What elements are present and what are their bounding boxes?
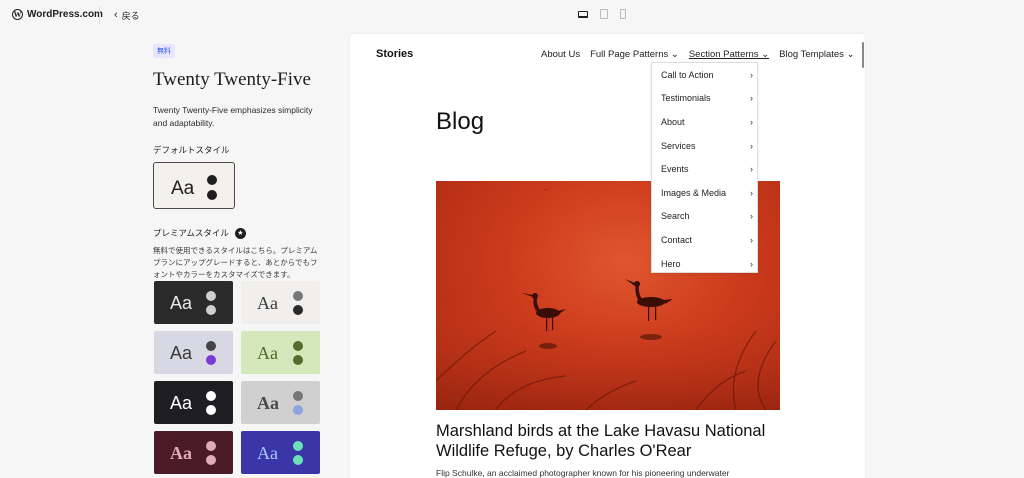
preview-scrollbar[interactable] — [862, 42, 864, 68]
dropdown-item-events[interactable]: Events › — [652, 157, 757, 181]
mobile-icon[interactable] — [620, 9, 626, 19]
style-sample-text: Aa — [170, 343, 193, 363]
style-swatch[interactable]: Aa — [154, 431, 233, 474]
style-dot — [293, 305, 303, 315]
style-sample-text: Aa — [257, 343, 278, 363]
premium-label-text: プレミアムスタイル — [153, 228, 229, 238]
brand-name: WordPress.com — [27, 9, 103, 20]
nav-item-blog-templates[interactable]: Blog Templates ⌄ — [779, 49, 854, 60]
chevron-right-icon: › — [750, 164, 753, 175]
site-title[interactable]: Stories — [376, 48, 413, 60]
dropdown-item-label: Testimonials — [661, 93, 711, 104]
dropdown-item-images-media[interactable]: Images & Media › — [652, 181, 757, 205]
section-patterns-dropdown: Call to Action › Testimonials › About › Ser… — [651, 62, 758, 273]
style-sample-text: Aa — [170, 443, 192, 463]
style-sample-text: Aa — [170, 393, 193, 413]
default-style-card[interactable]: Aa — [153, 162, 235, 209]
top-bar: W WordPress.com ‹ 戻る — [0, 0, 1024, 32]
chevron-right-icon: › — [750, 234, 753, 245]
style-swatch[interactable]: Aa — [154, 331, 233, 374]
dropdown-item-label: Events — [661, 164, 689, 175]
dropdown-item-about[interactable]: About › — [652, 110, 757, 134]
theme-title: Twenty Twenty-Five — [153, 69, 311, 90]
chevron-right-icon: › — [750, 258, 753, 269]
style-sample-text: Aa — [257, 393, 279, 413]
style-dot — [206, 391, 216, 401]
theme-description: Twenty Twenty-Five emphasizes simplicity… — [153, 105, 313, 128]
style-dot — [293, 455, 303, 465]
nav-item-full-page-patterns[interactable]: Full Page Patterns ⌄ — [590, 49, 679, 60]
chevron-left-icon: ‹ — [114, 9, 118, 21]
chevron-right-icon: › — [750, 187, 753, 198]
style-swatch[interactable]: Aa — [241, 281, 320, 324]
premium-description: 無料で使用できるスタイルはこちら。プレミアムプランにアップグレードすると、あとか… — [153, 246, 318, 279]
dropdown-item-label: Contact — [661, 234, 693, 245]
style-swatch[interactable]: Aa — [241, 431, 320, 474]
chevron-right-icon: › — [750, 211, 753, 222]
chevron-right-icon: › — [750, 116, 753, 127]
free-badge: 無料 — [153, 44, 175, 58]
style-dot — [206, 355, 216, 365]
post-title[interactable]: Marshland birds at the Lake Havasu Natio… — [436, 421, 780, 461]
site-nav: About Us Full Page Patterns ⌄ Section Pa… — [541, 49, 855, 60]
style-dot — [206, 305, 216, 315]
dropdown-item-label: Call to Action — [661, 69, 714, 80]
premium-style-label: プレミアムスタイル ★ — [153, 227, 323, 239]
blog-heading: Blog — [436, 108, 485, 135]
dropdown-item-testimonials[interactable]: Testimonials › — [652, 87, 757, 111]
style-dot — [206, 455, 216, 465]
style-dot — [207, 190, 217, 200]
nav-item-about-us[interactable]: About Us — [541, 49, 580, 60]
back-label: 戻る — [121, 11, 140, 21]
default-style-label: デフォルトスタイル — [153, 145, 230, 155]
wordpress-brand[interactable]: W WordPress.com — [12, 9, 103, 20]
dropdown-item-label: Images & Media — [661, 187, 727, 198]
style-swatch[interactable]: Aa — [154, 381, 233, 424]
style-swatch[interactable]: Aa — [241, 331, 320, 374]
style-sample-text: Aa — [171, 178, 195, 199]
wordpress-logo-icon: W — [12, 9, 23, 20]
style-dot — [293, 405, 303, 415]
style-sample-text: Aa — [257, 443, 278, 463]
style-dot — [206, 291, 216, 301]
chevron-right-icon: › — [750, 93, 753, 104]
divider — [99, 6, 100, 24]
theme-sidebar: 無料 Twenty Twenty-Five Twenty Twenty-Five… — [153, 40, 323, 281]
style-dot — [293, 341, 303, 351]
premium-style-grid: Aa Aa Aa Aa Aa Aa Aa Aa — [154, 281, 320, 474]
dropdown-item-label: Search — [661, 211, 690, 222]
style-swatch[interactable]: Aa — [241, 381, 320, 424]
style-dot — [293, 441, 303, 451]
back-button[interactable]: ‹ 戻る — [114, 9, 140, 22]
style-dot — [293, 355, 303, 365]
chevron-right-icon: › — [750, 140, 753, 151]
dropdown-item-search[interactable]: Search › — [652, 205, 757, 229]
style-sample-text: Aa — [257, 293, 278, 313]
style-dot — [206, 441, 216, 451]
dropdown-item-contact[interactable]: Contact › — [652, 228, 757, 252]
dropdown-item-label: Hero — [661, 258, 681, 269]
dropdown-item-label: Services — [661, 140, 696, 151]
dropdown-item-label: About — [661, 116, 685, 127]
dropdown-item-hero[interactable]: Hero › — [652, 252, 757, 276]
nav-item-section-patterns[interactable]: Section Patterns ⌄ — [689, 49, 769, 60]
style-dot — [206, 405, 216, 415]
star-icon: ★ — [234, 227, 246, 239]
style-swatch[interactable]: Aa — [154, 281, 233, 324]
style-sample-text: Aa — [170, 293, 193, 313]
post-excerpt: Flip Schulke, an acclaimed photographer … — [436, 468, 730, 478]
style-dot — [293, 291, 303, 301]
desktop-icon[interactable] — [578, 10, 588, 18]
style-dot — [206, 341, 216, 351]
dropdown-item-call-to-action[interactable]: Call to Action › — [652, 63, 757, 87]
dropdown-item-services[interactable]: Services › — [652, 134, 757, 158]
style-dot — [207, 175, 217, 185]
chevron-right-icon: › — [750, 69, 753, 80]
style-dot — [293, 391, 303, 401]
device-preview-toggle — [578, 9, 626, 19]
site-preview: Stories About Us Full Page Patterns ⌄ Se… — [350, 34, 865, 478]
tablet-icon[interactable] — [600, 9, 608, 19]
